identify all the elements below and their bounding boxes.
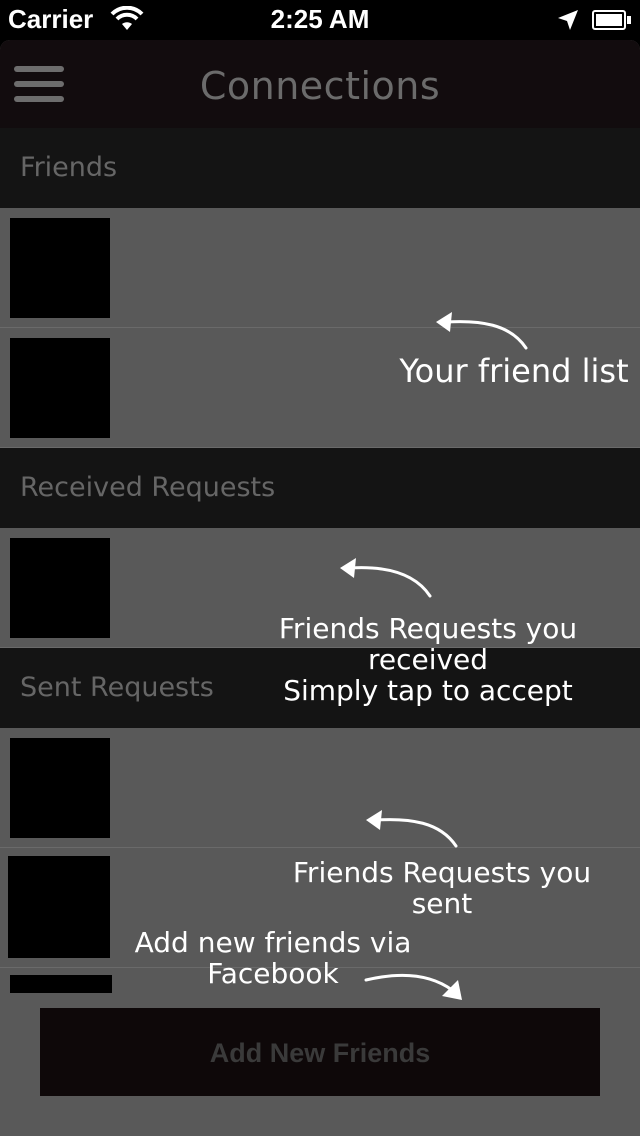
navigation-bar: Connections (0, 40, 640, 128)
arrow-icon (340, 558, 432, 598)
avatar (10, 538, 110, 638)
received-hint-line: received (367, 642, 489, 676)
avatar (10, 738, 110, 838)
arrow-icon (436, 312, 528, 350)
sent-requests-section-label: Sent Requests (20, 672, 214, 703)
friends-section-label: Friends (20, 152, 118, 183)
status-bar: Carrier 2:25 AM (0, 0, 640, 40)
arrow-icon (366, 810, 458, 848)
avatar (10, 338, 110, 438)
friend-list-hint: Your friend list (399, 352, 629, 390)
connections-screen: Connections Friends Received Requests Se… (0, 40, 640, 1136)
avatar (10, 218, 110, 318)
avatar (8, 856, 110, 958)
arrow-icon (364, 973, 462, 1000)
avatar (10, 975, 112, 993)
battery-icon (592, 10, 632, 30)
add-hint-line: Add new friends via (134, 926, 412, 959)
received-requests-hint: Friends Requests you received Simply tap… (238, 612, 618, 707)
received-requests-section-label: Received Requests (20, 472, 276, 503)
friend-row[interactable] (0, 208, 640, 328)
add-new-friends-button[interactable]: Add New Friends (40, 1008, 600, 1096)
received-hint-line: Friends Requests you (278, 612, 578, 645)
received-hint-line: Simply tap to accept (283, 673, 573, 707)
page-title: Connections (199, 64, 441, 108)
location-arrow-icon (558, 10, 578, 30)
sent-request-row[interactable] (0, 728, 640, 848)
received-requests-section-header: Received Requests (0, 448, 640, 528)
status-time: 2:25 AM (270, 4, 370, 34)
sent-requests-hint: Friends Requests you sent (292, 856, 592, 920)
friends-section-header: Friends (0, 128, 640, 208)
